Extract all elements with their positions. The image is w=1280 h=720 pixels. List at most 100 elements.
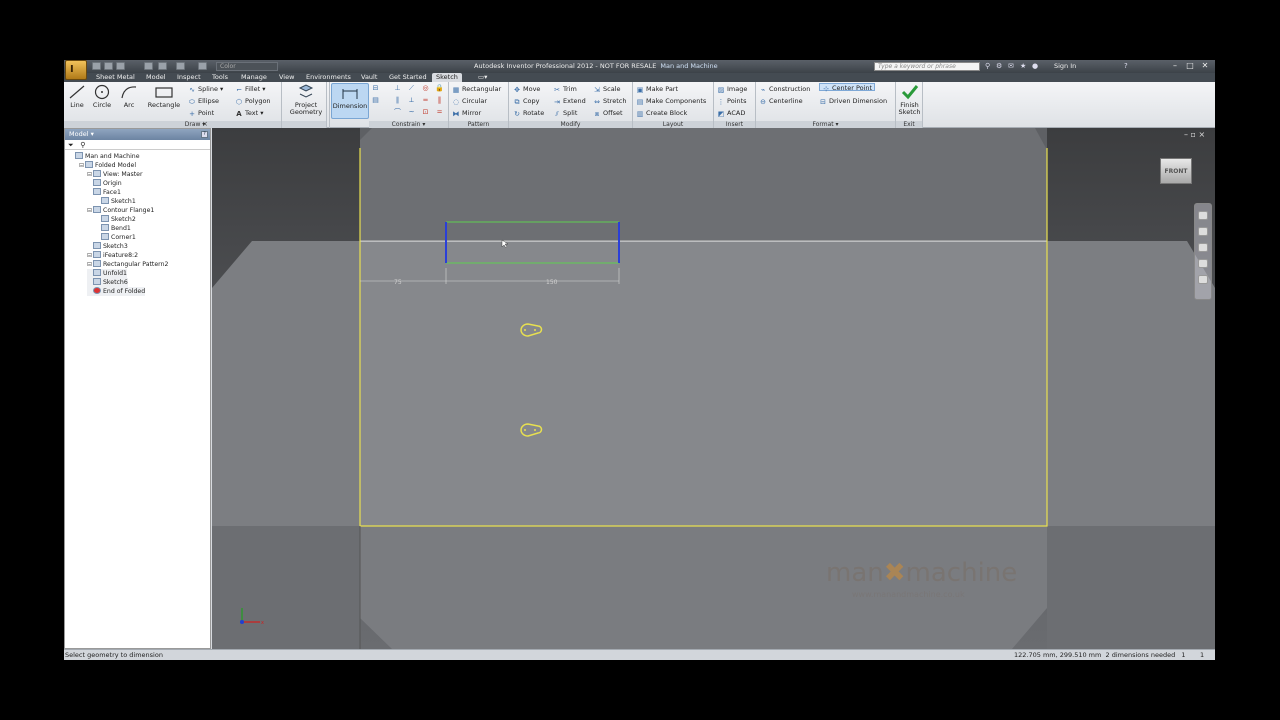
- select-icon[interactable]: [198, 62, 207, 70]
- line-button[interactable]: Line: [66, 84, 88, 109]
- binoculars-icon[interactable]: ⚲: [985, 63, 992, 70]
- tab-tools[interactable]: Tools: [212, 73, 228, 82]
- browser-close-icon[interactable]: ×: [202, 120, 211, 128]
- orbit-icon[interactable]: [1198, 259, 1208, 268]
- sign-in-button[interactable]: Sign In: [1054, 62, 1076, 70]
- fillet-button[interactable]: ⌐ Fillet ▾: [235, 85, 266, 94]
- tab-environments[interactable]: Environments: [306, 73, 351, 82]
- centerline-button[interactable]: ⊖ Centerline: [759, 97, 803, 106]
- tree-node[interactable]: ⊟ iFeature8:2: [87, 251, 138, 260]
- image-button[interactable]: ▨ Image: [717, 85, 748, 94]
- steering-wheel-icon[interactable]: [1198, 211, 1208, 220]
- tab-manage[interactable]: Manage: [241, 73, 267, 82]
- scale-button[interactable]: ⇲ Scale: [593, 85, 620, 94]
- polygon-button[interactable]: ⬡ Polygon: [235, 97, 271, 106]
- driven-dimension-button[interactable]: ⊟ Driven Dimension: [819, 97, 887, 106]
- smooth-icon[interactable]: ~: [407, 108, 416, 116]
- vertical-icon[interactable]: ‖: [435, 96, 444, 104]
- split-button[interactable]: ⫽ Split: [553, 109, 577, 118]
- coincident-icon[interactable]: ⊥: [393, 84, 402, 92]
- application-menu-button[interactable]: I: [65, 60, 87, 80]
- tangent-icon[interactable]: ⌒: [393, 108, 402, 116]
- dimension-button[interactable]: Dimension: [331, 83, 369, 119]
- arc-button[interactable]: Arc: [118, 84, 140, 109]
- acad-button[interactable]: ◩ ACAD: [717, 109, 746, 118]
- tree-node[interactable]: Origin: [87, 179, 122, 188]
- minimize-button[interactable]: –: [1170, 61, 1180, 71]
- find-icon[interactable]: ⚲: [80, 141, 85, 149]
- search-input[interactable]: Type a keyword or phrase: [874, 62, 980, 71]
- close-button[interactable]: ✕: [1200, 61, 1210, 71]
- tree-node[interactable]: Sketch2: [95, 215, 136, 224]
- offset-button[interactable]: ⧈ Offset: [593, 109, 623, 118]
- tree-node[interactable]: Bend1: [95, 224, 131, 233]
- save-icon[interactable]: [116, 62, 125, 70]
- tab-inspect[interactable]: Inspect: [177, 73, 201, 82]
- tab-sheet-metal[interactable]: Sheet Metal: [96, 73, 135, 82]
- return-icon[interactable]: [176, 62, 185, 70]
- open-icon[interactable]: [104, 62, 113, 70]
- tree-node[interactable]: ⊟ Rectangular Pattern2: [87, 260, 168, 269]
- rectangle-button[interactable]: Rectangle: [146, 84, 182, 109]
- tree-node[interactable]: Sketch3: [87, 242, 128, 251]
- extend-button[interactable]: ⇥ Extend: [553, 97, 586, 106]
- tree-node[interactable]: ⊟ View: Master: [87, 170, 143, 179]
- collinear-icon[interactable]: ⟋: [407, 84, 416, 92]
- project-geometry-button[interactable]: Project Geometry: [286, 84, 326, 116]
- dimension-75[interactable]: 75: [394, 279, 402, 286]
- color-dropdown[interactable]: Color: [216, 62, 278, 71]
- create-block-button[interactable]: ▥ Create Block: [636, 109, 688, 118]
- circle-button[interactable]: Circle: [90, 84, 114, 109]
- zoom-icon[interactable]: [1198, 243, 1208, 252]
- pan-icon[interactable]: [1198, 227, 1208, 236]
- make-components-button[interactable]: ▤ Make Components: [636, 97, 707, 106]
- tab-model[interactable]: Model: [146, 73, 166, 82]
- make-part-button[interactable]: ▣ Make Part: [636, 85, 678, 94]
- tree-node[interactable]: Sketch1: [95, 197, 136, 206]
- parallel-icon[interactable]: ∥: [393, 96, 402, 104]
- undo-icon[interactable]: [144, 62, 153, 70]
- tree-node[interactable]: ⊟ Contour Flange1: [87, 206, 154, 215]
- user-icon[interactable]: ●: [1032, 63, 1039, 70]
- equal-icon[interactable]: =: [435, 108, 444, 116]
- viewcube[interactable]: FRONT: [1160, 158, 1192, 184]
- subscription-icon[interactable]: ⚙: [996, 63, 1003, 70]
- ribbon-options-icon[interactable]: ▭▾: [478, 73, 487, 82]
- new-icon[interactable]: [92, 62, 101, 70]
- copy-button[interactable]: ⧉ Copy: [513, 97, 540, 106]
- filter-icon[interactable]: ⏷: [68, 141, 74, 149]
- rectangular-pattern-button[interactable]: ▦ Rectangular: [452, 85, 501, 94]
- help-icon[interactable]: ?: [1124, 63, 1131, 70]
- tree-node[interactable]: Unfold1: [87, 269, 127, 278]
- mirror-button[interactable]: ⧓ Mirror: [452, 109, 482, 118]
- point-button[interactable]: + Point: [188, 109, 214, 118]
- rotate-button[interactable]: ↻ Rotate: [513, 109, 544, 118]
- trim-button[interactable]: ✂ Trim: [553, 85, 577, 94]
- tree-node[interactable]: Sketch6: [87, 278, 128, 287]
- redo-icon[interactable]: [158, 62, 167, 70]
- tab-get-started[interactable]: Get Started: [389, 73, 427, 82]
- browser-header[interactable]: Model ▾?: [65, 129, 210, 140]
- show-constraints-icon[interactable]: ▤: [371, 96, 380, 104]
- text-button[interactable]: A Text ▾: [235, 109, 263, 118]
- browser-help-icon[interactable]: ?: [201, 131, 208, 138]
- sketch-canvas[interactable]: 75 150: [212, 128, 1215, 649]
- tree-node[interactable]: Corner1: [95, 233, 136, 242]
- tab-view[interactable]: View: [279, 73, 294, 82]
- tree-node[interactable]: Face1: [87, 188, 121, 197]
- finish-sketch-button[interactable]: Finish Sketch: [897, 84, 922, 116]
- tree-node[interactable]: Man and Machine: [69, 152, 140, 161]
- perpendicular-icon[interactable]: ⟂: [407, 96, 416, 104]
- spline-button[interactable]: ∿ Spline ▾: [188, 85, 223, 94]
- tab-vault[interactable]: Vault: [361, 73, 377, 82]
- move-button[interactable]: ✥ Move: [513, 85, 540, 94]
- graphics-viewport[interactable]: 75 150 – ▫ × FRONT man✖machine www.manan…: [212, 128, 1215, 649]
- dimension-150[interactable]: 150: [546, 279, 558, 286]
- tab-sketch[interactable]: Sketch: [432, 73, 462, 82]
- look-at-icon[interactable]: [1198, 275, 1208, 284]
- construction-button[interactable]: ⌁ Construction: [759, 85, 811, 94]
- center-point-button[interactable]: ⊹ Center Point: [819, 83, 876, 93]
- concentric-icon[interactable]: ◎: [421, 84, 430, 92]
- restore-button[interactable]: □: [1185, 61, 1195, 71]
- favorites-icon[interactable]: ★: [1020, 63, 1027, 70]
